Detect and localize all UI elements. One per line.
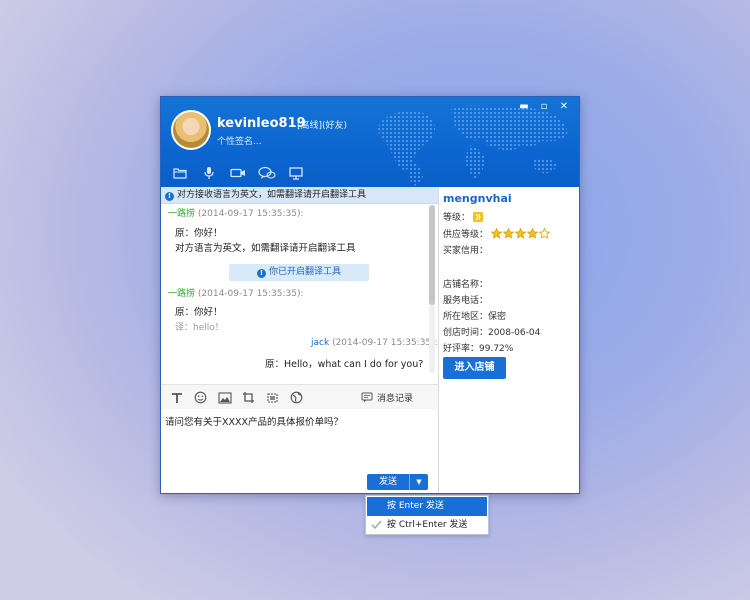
send-options-menu: 按 Enter 发送 按 Ctrl+Enter 发送	[365, 495, 489, 535]
star-icon	[538, 228, 550, 239]
location-label: 所在地区：	[443, 312, 489, 322]
font-icon[interactable]	[169, 390, 184, 405]
translate-enabled-banner: ! 你已开启翻译工具	[229, 264, 369, 281]
send-button[interactable]: 发送	[367, 474, 409, 490]
send-button-group: 发送 ▼	[367, 474, 428, 490]
history-icon	[361, 392, 373, 403]
service-phone-label: 服务电话：	[443, 296, 489, 306]
sender-name[interactable]: 一路捞	[168, 289, 195, 299]
crop-icon[interactable]	[241, 390, 256, 405]
message-input-text: 请问您有关于XXXX产品的具体报价单吗？	[165, 417, 344, 428]
message-input[interactable]: 请问您有关于XXXX产品的具体报价单吗？	[161, 409, 438, 471]
notice-text: 对方接收语言为英文，如需翻译请开启翻译工具	[177, 190, 367, 200]
supplier-level-label: 供应等级：	[443, 230, 489, 240]
personal-signature[interactable]: 个性签名...	[217, 134, 262, 147]
send-with-ctrl-enter-option[interactable]: 按 Ctrl+Enter 发送	[367, 516, 487, 535]
editor-toolbar: 消息记录	[161, 384, 438, 409]
chat-history[interactable]: 一路捞 (2014-09-17 15:35:35): 原：你好！ 对方语言为英文…	[161, 204, 438, 380]
history-label: 消息记录	[377, 394, 414, 404]
message-original: 原：你好！	[175, 228, 223, 239]
location-value: 保密	[488, 312, 507, 322]
message-original: 原：你好！	[175, 307, 223, 318]
folder-icon[interactable]	[171, 165, 189, 181]
option-label: 按 Enter 发送	[387, 501, 444, 511]
message-header: 一路捞 (2014-09-17 15:35:35):	[168, 206, 304, 219]
rating-value: 99.72%	[479, 344, 514, 354]
message-original: 原：Hello，what can I do for you?	[265, 359, 424, 370]
level-label: 等级：	[443, 213, 471, 223]
message-header: jack (2014-09-17 15:35:35):	[311, 338, 438, 348]
chat-window: ▬ ▫ ✕ kevinleo819 [离线](好友) 个性签名... ! 对方接…	[160, 96, 580, 494]
sender-name[interactable]: 一路捞	[168, 209, 195, 219]
minimize-button[interactable]: ▬	[517, 101, 531, 113]
message-time: (2014-09-17 15:35:35):	[197, 289, 304, 299]
message-history-button[interactable]: 消息记录	[361, 391, 413, 404]
chat-scrollbar[interactable]	[429, 205, 435, 373]
message-body: 对方语言为英文，如需翻译请开启翻译工具	[175, 243, 356, 254]
avatar-image	[173, 112, 209, 148]
message-header: 一路捞 (2014-09-17 15:35:35):	[168, 286, 304, 299]
level-badge-icon	[472, 212, 483, 222]
level-row: 等级：	[443, 210, 483, 223]
chevron-down-icon: ▼	[416, 478, 422, 486]
message-translation: 译：hello！	[175, 320, 224, 333]
opened-label: 创店时间：	[443, 328, 489, 338]
translation-text: hello！	[193, 323, 224, 333]
opened-value: 2008-06-04	[488, 328, 541, 338]
check-icon	[371, 520, 382, 530]
friend-status: [离线](好友)	[297, 121, 348, 131]
opened-row: 创店时间：2008-06-04	[443, 325, 540, 338]
shop-name-label: 店铺名称：	[443, 280, 489, 290]
star-icon	[502, 228, 514, 239]
option-label: 按 Ctrl+Enter 发送	[387, 520, 468, 530]
globe-translate-icon[interactable]	[289, 390, 304, 405]
video-camera-icon[interactable]	[229, 165, 247, 181]
supplier-stars	[490, 228, 550, 239]
translation-notice: ! 对方接收语言为英文，如需翻译请开启翻译工具	[161, 187, 438, 204]
star-icon	[514, 228, 526, 239]
rating-label: 好评率：	[443, 344, 480, 354]
translate-banner-text: 你已开启翻译工具	[268, 267, 341, 277]
rating-row: 好评率：99.72%	[443, 341, 513, 354]
message-time: (2014-09-17 15:35:35):	[332, 338, 438, 348]
star-icon	[490, 228, 502, 239]
image-icon[interactable]	[217, 390, 232, 405]
microphone-icon[interactable]	[200, 165, 218, 181]
enter-shop-button[interactable]: 进入店铺	[443, 357, 506, 379]
supplier-level-row: 供应等级：	[443, 227, 550, 240]
emoji-icon[interactable]	[193, 390, 208, 405]
maximize-button[interactable]: ▫	[537, 101, 551, 113]
username: kevinleo819	[217, 116, 306, 131]
window-controls: ▬ ▫ ✕	[517, 101, 571, 113]
shop-info-panel: mengnvhai 等级： 供应等级： 买家信用： 店铺名称： 服务电话： 所在…	[438, 187, 579, 493]
top-toolbar	[171, 165, 305, 181]
chat-bubbles-icon[interactable]	[258, 165, 276, 181]
send-with-enter-option[interactable]: 按 Enter 发送	[367, 497, 487, 516]
star-icon	[526, 228, 538, 239]
send-options-button[interactable]: ▼	[409, 474, 428, 490]
scrollbar-thumb[interactable]	[429, 205, 435, 305]
buyer-credit-label: 买家信用：	[443, 246, 489, 256]
shop-owner-name[interactable]: mengnvhai	[443, 192, 512, 205]
titlebar: ▬ ▫ ✕ kevinleo819 [离线](好友) 个性签名...	[161, 97, 579, 187]
info-icon: !	[256, 269, 266, 278]
translation-label: 译：	[175, 323, 194, 333]
sender-name[interactable]: jack	[311, 338, 329, 348]
avatar[interactable]	[171, 110, 211, 150]
location-row: 所在地区：保密	[443, 309, 506, 322]
info-icon: !	[165, 192, 174, 201]
close-button[interactable]: ✕	[557, 101, 571, 113]
message-time: (2014-09-17 15:35:35):	[197, 209, 304, 219]
monitor-icon[interactable]	[287, 165, 305, 181]
screenshot-icon[interactable]	[265, 390, 280, 405]
